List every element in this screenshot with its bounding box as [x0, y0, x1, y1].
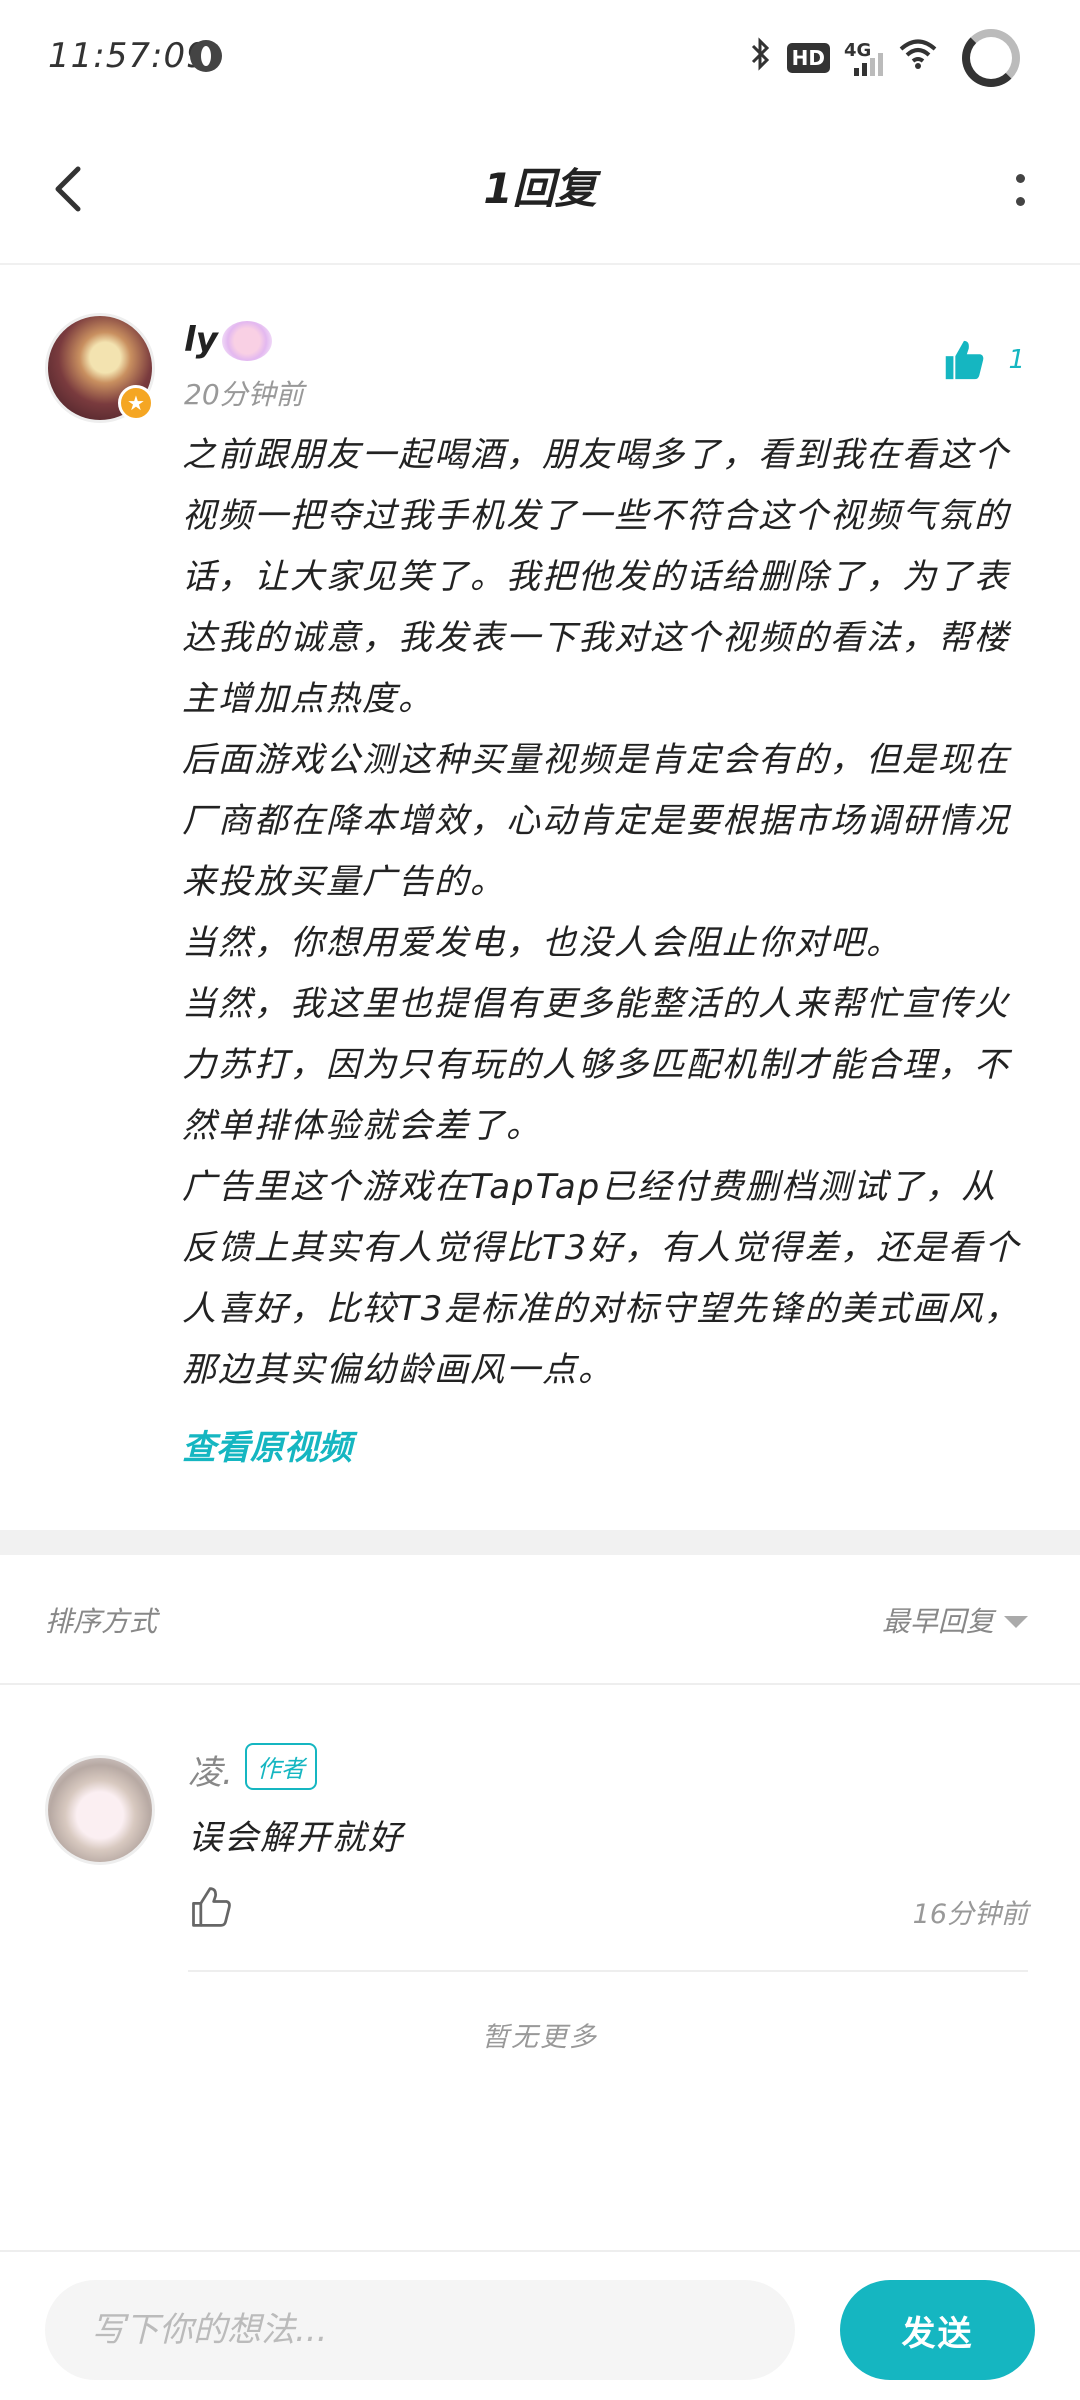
- comment-body: 之前跟朋友一起喝酒，朋友喝多了，看到我在看这个视频一把夺过我手机发了一些不符合这…: [182, 425, 1032, 1401]
- reply-time: 16分钟前: [912, 1899, 1028, 1930]
- comment-paragraph: 后面游戏公测这种买量视频是肯定会有的，但是现在厂商都在降本增效，心动肯定是要根据…: [182, 740, 1010, 902]
- status-bar: 11:57:09 HD 4G: [0, 0, 1080, 115]
- more-button[interactable]: [990, 155, 1050, 225]
- avatar[interactable]: [45, 1755, 155, 1865]
- star-badge-icon: ★: [118, 385, 154, 421]
- thumbs-up-outline-icon: [192, 1887, 231, 1927]
- comment-paragraph: 广告里这个游戏在TapTap已经付费删档测试了，从反馈上其实有人觉得比T3好，有…: [182, 1167, 1021, 1390]
- comment-time: 20分钟前: [184, 378, 304, 411]
- bluetooth-icon: [749, 37, 773, 79]
- reply-input[interactable]: [45, 2280, 795, 2380]
- top-bar: 1回复: [0, 115, 1080, 265]
- comment-paragraph: 之前跟朋友一起喝酒，朋友喝多了，看到我在看这个视频一把夺过我手机发了一些不符合这…: [182, 435, 1010, 719]
- reply-like-button[interactable]: [188, 1885, 232, 1933]
- page-title: 1回复: [483, 164, 597, 213]
- hd-icon: HD: [786, 43, 830, 73]
- user-decoration-icon: [222, 321, 272, 361]
- send-button[interactable]: 发送: [840, 2280, 1035, 2380]
- more-vertical-icon: [1015, 174, 1025, 183]
- section-divider: [0, 1530, 1080, 1555]
- status-icons: HD 4G: [749, 28, 1020, 88]
- author-badge: 作者: [245, 1743, 317, 1790]
- sort-bar: 排序方式 最早回复: [0, 1555, 1080, 1685]
- main-comment: ★ ly 20分钟前 1 之前跟朋友一起喝酒，朋友喝多了，看到我在看这个视频一把…: [0, 265, 1080, 1530]
- globe-icon: [190, 40, 222, 72]
- wifi-icon: [898, 38, 938, 78]
- view-original-link[interactable]: 查看原视频: [182, 1420, 352, 1469]
- like-button[interactable]: 1: [940, 337, 1025, 383]
- sort-label: 排序方式: [45, 1605, 158, 1638]
- comment-paragraph: 当然，你想用爱发电，也没人会阻止你对吧。: [182, 923, 902, 963]
- compose-bar: 发送: [0, 2250, 1080, 2400]
- comment-paragraph: 当然，我这里也提倡有更多能整活的人来帮忙宣传火力苏打，因为只有玩的人够多匹配机制…: [182, 984, 1010, 1146]
- status-time: 11:57:09: [48, 36, 209, 76]
- no-more-text: 暂无更多: [482, 2022, 598, 2053]
- caret-down-icon: [1004, 1616, 1028, 1628]
- like-count: 1: [1008, 345, 1025, 375]
- signal-icon: 4G: [844, 40, 884, 76]
- thumbs-up-icon: [946, 340, 984, 380]
- reply-item: 凌. 作者 误会解开就好 16分钟前: [0, 1685, 1080, 1972]
- sort-selected-value: 最早回复: [881, 1605, 994, 1638]
- reply-username[interactable]: 凌.: [188, 1745, 233, 1794]
- sort-dropdown[interactable]: 最早回复: [882, 1600, 1028, 1640]
- reply-text[interactable]: 误会解开就好: [188, 1810, 404, 1859]
- divider: [188, 1970, 1028, 1972]
- battery-ring-icon: [962, 29, 1020, 87]
- username[interactable]: ly: [184, 320, 218, 360]
